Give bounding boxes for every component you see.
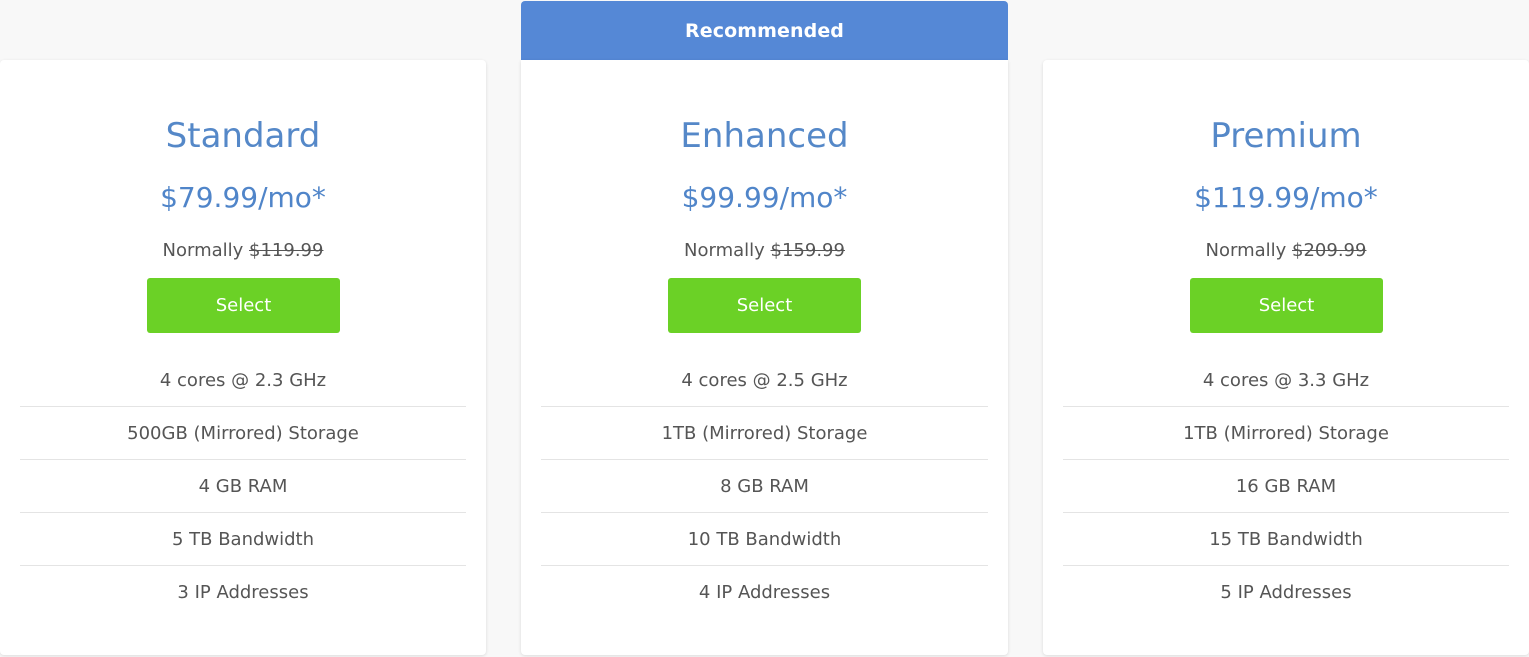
- plan-name: Enhanced: [680, 116, 849, 156]
- plan-name: Standard: [165, 116, 321, 156]
- feature-ip-addresses: 5 IP Addresses: [1220, 582, 1352, 603]
- feature-storage: 1TB (Mirrored) Storage: [541, 407, 988, 460]
- feature-cpu: 4 cores @ 2.3 GHz: [20, 354, 466, 407]
- pricing-table: Recommended Standard $79.99/mo* Normally…: [0, 0, 1529, 657]
- original-price: $159.99: [770, 240, 845, 261]
- normal-price-line: Normally $209.99: [1043, 240, 1529, 262]
- plan-card-standard: Standard $79.99/mo* Normally $119.99 Sel…: [0, 60, 486, 655]
- normally-label: Normally: [684, 240, 771, 261]
- feature-cpu: 4 cores @ 3.3 GHz: [1063, 354, 1509, 407]
- plan-price: $119.99/mo*: [1194, 181, 1378, 214]
- plan-name: Premium: [1210, 116, 1362, 156]
- feature-ip-addresses: 4 IP Addresses: [698, 582, 831, 603]
- original-price: $119.99: [249, 240, 324, 261]
- feature-ram: 8 GB RAM: [541, 460, 988, 513]
- normally-label: Normally: [162, 240, 250, 261]
- feature-storage: 500GB (Mirrored) Storage: [20, 407, 466, 460]
- feature-bandwidth: 5 TB Bandwidth: [20, 513, 466, 566]
- feature-bandwidth: 10 TB Bandwidth: [541, 513, 988, 566]
- feature-cpu: 4 cores @ 2.5 GHz: [541, 354, 988, 407]
- feature-storage: 1TB (Mirrored) Storage: [1063, 407, 1509, 460]
- feature-list: 4 cores @ 2.3 GHz 500GB (Mirrored) Stora…: [20, 354, 466, 619]
- plan-card-premium: Premium $119.99/mo* Normally $209.99 Sel…: [1043, 60, 1529, 655]
- normal-price-line: Normally $159.99: [521, 240, 1008, 262]
- plan-card-enhanced: Enhanced $99.99/mo* Normally $159.99 Sel…: [521, 60, 1008, 655]
- recommended-ribbon: Recommended: [521, 1, 1008, 60]
- select-standard-button[interactable]: Select: [147, 278, 340, 333]
- plan-price: $79.99/mo*: [160, 181, 326, 214]
- plan-price: $99.99/mo*: [681, 181, 848, 214]
- feature-list: 4 cores @ 2.5 GHz 1TB (Mirrored) Storage…: [541, 354, 988, 619]
- feature-ip-addresses: 3 IP Addresses: [177, 582, 309, 603]
- feature-ram: 4 GB RAM: [20, 460, 466, 513]
- original-price: $209.99: [1292, 240, 1367, 261]
- normal-price-line: Normally $119.99: [0, 240, 486, 262]
- normally-label: Normally: [1205, 240, 1293, 261]
- recommended-label: Recommended: [684, 19, 845, 42]
- feature-list: 4 cores @ 3.3 GHz 1TB (Mirrored) Storage…: [1063, 354, 1509, 619]
- feature-bandwidth: 15 TB Bandwidth: [1063, 513, 1509, 566]
- feature-ram: 16 GB RAM: [1063, 460, 1509, 513]
- select-enhanced-button[interactable]: Select: [668, 278, 861, 333]
- select-premium-button[interactable]: Select: [1190, 278, 1383, 333]
